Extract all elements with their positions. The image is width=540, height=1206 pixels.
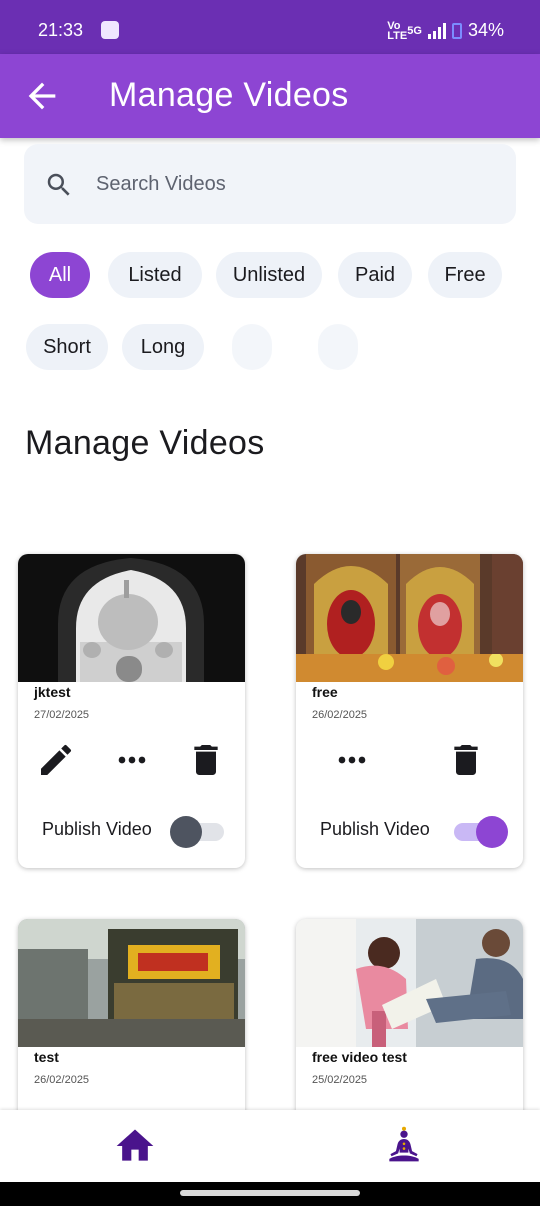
video-title: test (34, 1049, 59, 1065)
video-card[interactable]: free 26/02/2025 Publish Video (296, 554, 523, 868)
filter-chip-long[interactable]: Long (122, 324, 204, 370)
filter-chip-empty[interactable] (232, 324, 272, 370)
more-horizontal-icon (118, 756, 146, 764)
pencil-icon (41, 744, 72, 775)
filter-chip-listed[interactable]: Listed (108, 252, 202, 298)
video-title: free video test (312, 1049, 407, 1065)
signal-icon (427, 22, 446, 39)
bottom-navigation (0, 1110, 540, 1182)
video-card[interactable]: jktest 27/02/2025 Publish Video (18, 554, 245, 868)
video-date: 26/02/2025 (312, 709, 368, 721)
toggle-knob (170, 816, 202, 848)
search-icon (47, 173, 70, 196)
publish-label: Publish Video (320, 819, 430, 839)
status-time: 21:33 (38, 20, 84, 40)
video-thumbnail (296, 919, 523, 1047)
delete-button[interactable] (446, 740, 486, 780)
filter-chip-short[interactable]: Short (26, 324, 108, 370)
delete-button[interactable] (186, 740, 226, 780)
video-date: 26/02/2025 (34, 1074, 90, 1086)
battery-percent: 34% (467, 20, 504, 40)
nav-home-button[interactable] (113, 1124, 157, 1168)
publish-toggle[interactable] (170, 816, 226, 848)
video-thumbnail (18, 554, 245, 682)
video-date: 27/02/2025 (34, 709, 90, 721)
nav-meditation-button[interactable] (382, 1124, 426, 1168)
video-card[interactable]: test 26/02/2025 (18, 919, 245, 1139)
network-indicator: 5G (407, 24, 422, 37)
search-input[interactable] (96, 164, 496, 204)
app-bar: Manage Videos (0, 54, 540, 138)
video-date: 25/02/2025 (312, 1074, 368, 1086)
video-thumbnail (296, 554, 523, 682)
status-indicators: Vo LTE 5G 34% (387, 20, 504, 41)
battery-icon (451, 22, 462, 39)
publish-label: Publish Video (42, 819, 152, 839)
more-horizontal-icon (338, 756, 366, 764)
edit-button[interactable] (36, 740, 76, 780)
video-card[interactable]: free video test 25/02/2025 (296, 919, 523, 1139)
filter-chip-all[interactable]: All (30, 252, 90, 298)
app-notification-icon (101, 21, 119, 39)
more-options-button[interactable] (332, 740, 372, 780)
trash-icon (194, 745, 218, 775)
filter-chip-unlisted[interactable]: Unlisted (216, 252, 322, 298)
arrow-left-icon (28, 82, 56, 110)
filter-chip-free[interactable]: Free (428, 252, 502, 298)
search-box[interactable] (24, 144, 516, 224)
section-title: Manage Videos (25, 424, 265, 462)
volte-indicator: Vo LTE (387, 19, 408, 42)
home-icon (116, 1129, 154, 1161)
video-title: jktest (34, 684, 71, 700)
more-options-button[interactable] (112, 740, 152, 780)
system-navigation-bar (0, 1182, 540, 1206)
video-title: free (312, 684, 338, 700)
filter-chip-empty[interactable] (318, 324, 358, 370)
status-bar: 21:33 Vo LTE 5G 34% (0, 0, 540, 54)
filter-chip-paid[interactable]: Paid (338, 252, 412, 298)
video-thumbnail (18, 919, 245, 1047)
page-title: Manage Videos (109, 76, 349, 114)
meditation-icon (389, 1126, 419, 1162)
back-button[interactable] (22, 76, 62, 116)
publish-toggle[interactable] (452, 816, 508, 848)
trash-icon (454, 745, 478, 775)
home-gesture-handle[interactable] (180, 1190, 360, 1196)
toggle-knob (476, 816, 508, 848)
